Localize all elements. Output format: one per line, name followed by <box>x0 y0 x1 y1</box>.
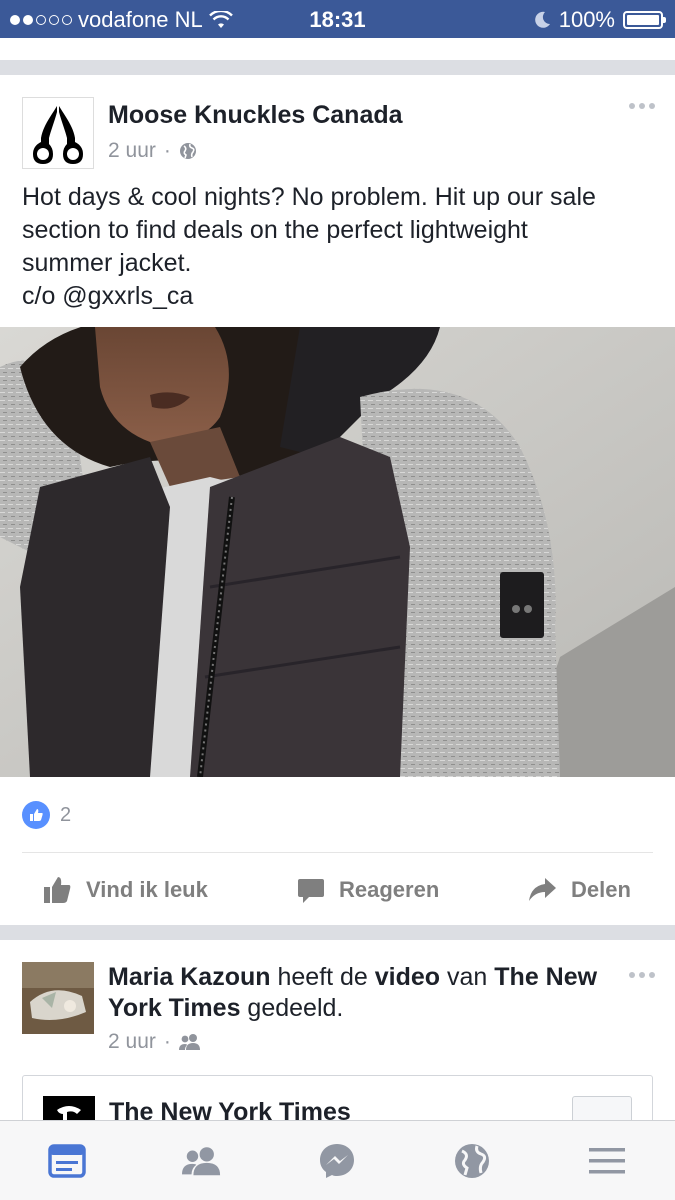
post-photo[interactable] <box>0 327 675 777</box>
post-time[interactable]: 2 uur <box>108 139 156 163</box>
post-options-icon[interactable] <box>629 972 655 978</box>
user-avatar[interactable] <box>22 962 94 1034</box>
like-count: 2 <box>60 803 72 826</box>
moon-icon <box>534 11 550 28</box>
feed-post: Moose Knuckles Canada 2 uur · Hot days &… <box>0 75 675 925</box>
moose-knuckles-logo-icon <box>33 106 83 164</box>
meta-separator: · <box>163 1030 171 1053</box>
share-text: van <box>440 963 495 991</box>
divider <box>22 852 653 853</box>
post-options-icon[interactable] <box>629 103 655 109</box>
news-feed-icon[interactable] <box>47 1141 87 1181</box>
post-text: Hot days & cool nights? No problem. Hit … <box>22 181 652 313</box>
like-reaction-icon <box>22 801 50 829</box>
comment-button[interactable]: Reageren <box>297 865 439 915</box>
shared-object-link[interactable]: video <box>375 963 440 991</box>
battery-icon <box>623 11 666 29</box>
page-avatar[interactable] <box>22 97 94 169</box>
post-text-line: Hot days & cool nights? No problem. Hit … <box>22 183 596 211</box>
post-time[interactable]: 2 uur <box>108 1030 156 1054</box>
share-description: Maria Kazoun heeft de video van The New … <box>108 962 628 1024</box>
menu-icon[interactable] <box>587 1141 627 1181</box>
messenger-icon[interactable] <box>317 1141 357 1181</box>
like-button-label: Vind ik leuk <box>86 877 208 902</box>
post-actions: Vind ik leuk Reageren Delen <box>0 865 675 915</box>
sharer-name[interactable]: Maria Kazoun <box>108 963 271 991</box>
comment-button-label: Reageren <box>339 877 440 902</box>
notifications-globe-icon[interactable] <box>452 1141 492 1181</box>
friend-requests-icon[interactable] <box>182 1141 222 1181</box>
post-meta: 2 uur · <box>108 1030 201 1054</box>
battery-percent: 100% <box>558 7 615 32</box>
like-button[interactable]: Vind ik leuk <box>42 865 208 915</box>
post-author[interactable]: Moose Knuckles Canada <box>108 101 403 130</box>
share-button-label: Delen <box>571 877 631 902</box>
comment-icon <box>298 879 324 903</box>
meta-separator: · <box>163 139 171 162</box>
reaction-summary[interactable]: 2 <box>22 801 71 829</box>
friends-icon <box>178 1034 200 1050</box>
shared-feed-post: Maria Kazoun heeft de video van The New … <box>0 940 675 1155</box>
share-arrow-icon <box>529 878 556 901</box>
share-text: heeft de <box>270 963 375 991</box>
bottom-tab-bar <box>0 1120 675 1200</box>
post-text-line: summer jacket. <box>22 249 192 277</box>
globe-icon <box>179 143 196 159</box>
share-button[interactable]: Delen <box>527 865 631 915</box>
share-text: gedeeld. <box>240 994 344 1022</box>
thumbs-up-icon <box>44 877 71 903</box>
post-text-line[interactable]: c/o @gxxrls_ca <box>22 280 652 313</box>
post-meta: 2 uur · <box>108 139 197 163</box>
post-text-line: section to find deals on the perfect lig… <box>22 216 528 244</box>
status-bar: vodafone NL 18:31 100% <box>0 0 675 38</box>
previous-post-edge <box>0 38 675 60</box>
